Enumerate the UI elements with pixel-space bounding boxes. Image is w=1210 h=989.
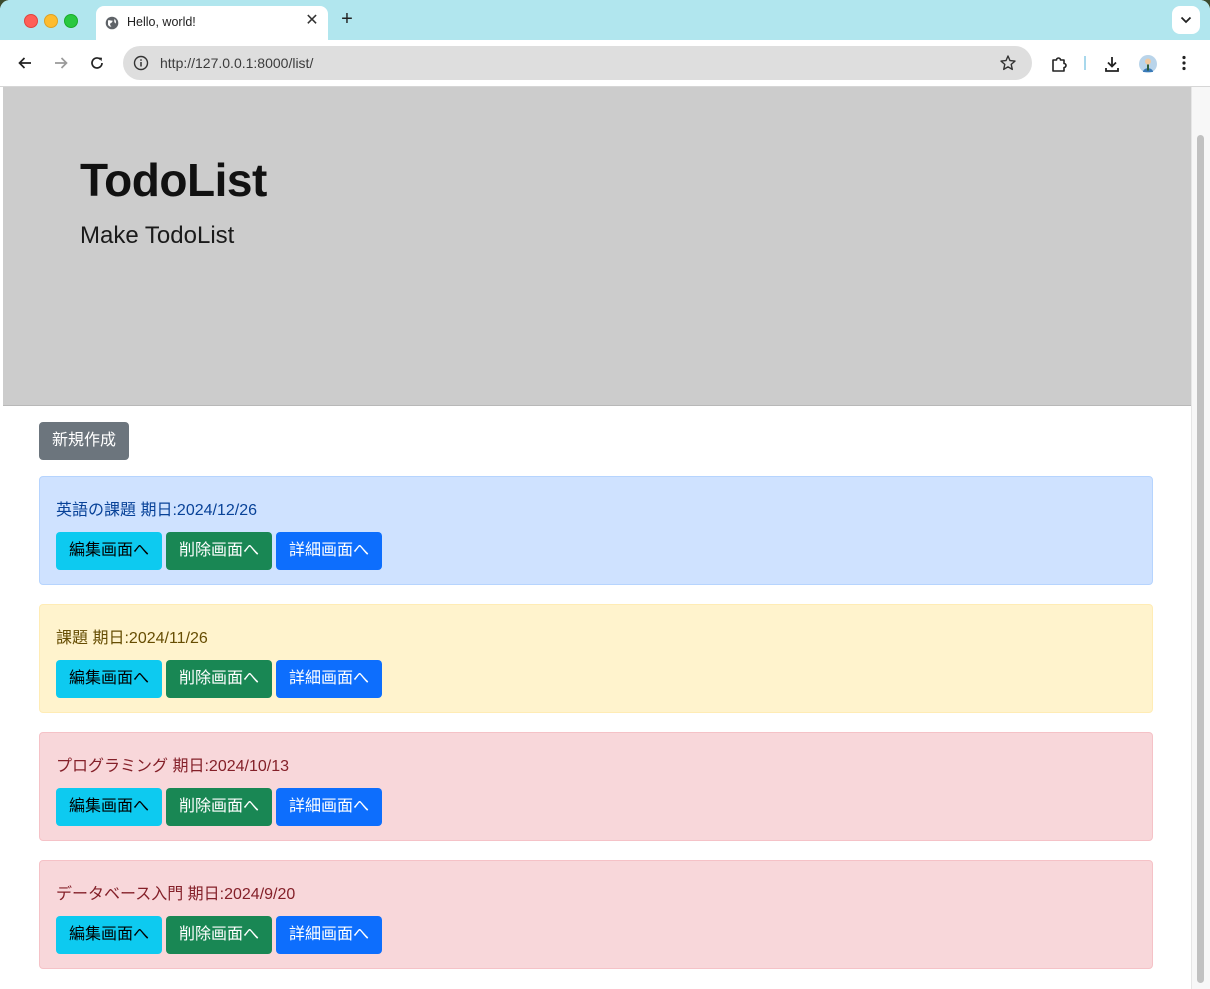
todo-title: プログラミング 期日:2024/10/13 bbox=[56, 752, 289, 776]
scrollbar-thumb[interactable] bbox=[1197, 135, 1204, 983]
page-lead: Make TodoList bbox=[80, 222, 235, 249]
browser-window: Hello, world! ✕ + http://127.0.0.1:8000/… bbox=[0, 0, 1210, 989]
back-button[interactable] bbox=[11, 49, 39, 77]
browser-tab[interactable]: Hello, world! ✕ bbox=[96, 6, 328, 40]
page-title: TodoList bbox=[80, 154, 267, 206]
kebab-menu-icon bbox=[1182, 55, 1186, 71]
detail-button[interactable]: 詳細画面へ bbox=[276, 788, 382, 826]
new-todo-button[interactable]: 新規作成 bbox=[39, 422, 129, 460]
delete-button[interactable]: 削除画面へ bbox=[166, 788, 272, 826]
downloads-button[interactable] bbox=[1097, 49, 1125, 77]
todo-name: プログラミング bbox=[56, 758, 169, 775]
todo-card: 英語の課題 期日:2024/12/26 編集画面へ 削除画面へ 詳細画面へ bbox=[39, 476, 1153, 585]
delete-button[interactable]: 削除画面へ bbox=[166, 916, 272, 954]
todo-name: 英語の課題 bbox=[56, 502, 137, 519]
globe-icon bbox=[105, 16, 119, 30]
page-content: TodoList Make TodoList 新規作成 英語の課題 期日:202… bbox=[3, 87, 1191, 989]
edit-button[interactable]: 編集画面へ bbox=[56, 916, 162, 954]
delete-button[interactable]: 削除画面へ bbox=[166, 660, 272, 698]
delete-button[interactable]: 削除画面へ bbox=[166, 532, 272, 570]
todo-card: データベース入門 期日:2024/9/20 編集画面へ 削除画面へ 詳細画面へ bbox=[39, 860, 1153, 969]
reload-button[interactable] bbox=[83, 49, 111, 77]
todo-title: 英語の課題 期日:2024/12/26 bbox=[56, 496, 257, 520]
close-window-button[interactable] bbox=[24, 14, 38, 28]
back-arrow-icon bbox=[18, 57, 31, 69]
tab-search-button[interactable] bbox=[1172, 6, 1200, 34]
jumbotron: TodoList Make TodoList bbox=[3, 87, 1191, 406]
detail-button[interactable]: 詳細画面へ bbox=[276, 532, 382, 570]
avatar-icon bbox=[1139, 55, 1157, 73]
edit-button[interactable]: 編集画面へ bbox=[56, 532, 162, 570]
toolbar-divider bbox=[1084, 56, 1086, 70]
todo-card: 課題 期日:2024/11/26 編集画面へ 削除画面へ 詳細画面へ bbox=[39, 604, 1153, 713]
todo-card: プログラミング 期日:2024/10/13 編集画面へ 削除画面へ 詳細画面へ bbox=[39, 732, 1153, 841]
maximize-window-button[interactable] bbox=[64, 14, 78, 28]
todo-due: 期日:2024/10/13 bbox=[172, 758, 289, 775]
todo-name: データベース入門 bbox=[56, 886, 184, 903]
todo-due: 期日:2024/12/26 bbox=[140, 502, 257, 519]
forward-button[interactable] bbox=[47, 49, 75, 77]
bookmark-star-icon[interactable] bbox=[999, 54, 1017, 72]
tab-close-icon[interactable]: ✕ bbox=[302, 11, 322, 31]
vertical-scrollbar[interactable] bbox=[1191, 87, 1210, 989]
puzzle-icon bbox=[1052, 57, 1067, 72]
edit-button[interactable]: 編集画面へ bbox=[56, 660, 162, 698]
chevron-down-icon bbox=[1180, 16, 1192, 24]
site-info-icon[interactable] bbox=[133, 55, 149, 71]
edit-button[interactable]: 編集画面へ bbox=[56, 788, 162, 826]
download-icon bbox=[1105, 57, 1119, 72]
detail-button[interactable]: 詳細画面へ bbox=[276, 916, 382, 954]
todo-due: 期日:2024/9/20 bbox=[187, 886, 296, 903]
url-text[interactable]: http://127.0.0.1:8000/list/ bbox=[160, 55, 313, 71]
minimize-window-button[interactable] bbox=[44, 14, 58, 28]
tab-strip: Hello, world! ✕ + bbox=[0, 0, 1210, 40]
extensions-button[interactable] bbox=[1044, 49, 1072, 77]
reload-icon bbox=[91, 57, 103, 69]
browser-menu-button[interactable] bbox=[1170, 49, 1198, 77]
todo-title: データベース入門 期日:2024/9/20 bbox=[56, 880, 295, 904]
forward-arrow-icon bbox=[55, 57, 68, 69]
new-tab-button[interactable]: + bbox=[336, 8, 358, 30]
tab-title: Hello, world! bbox=[127, 15, 196, 29]
browser-toolbar: http://127.0.0.1:8000/list/ bbox=[0, 40, 1210, 87]
todo-title: 課題 期日:2024/11/26 bbox=[56, 624, 208, 648]
todo-name: 課題 bbox=[56, 630, 89, 647]
detail-button[interactable]: 詳細画面へ bbox=[276, 660, 382, 698]
address-bar[interactable]: http://127.0.0.1:8000/list/ bbox=[123, 46, 1032, 80]
profile-avatar[interactable] bbox=[1133, 49, 1161, 77]
todo-due: 期日:2024/11/26 bbox=[92, 630, 208, 647]
